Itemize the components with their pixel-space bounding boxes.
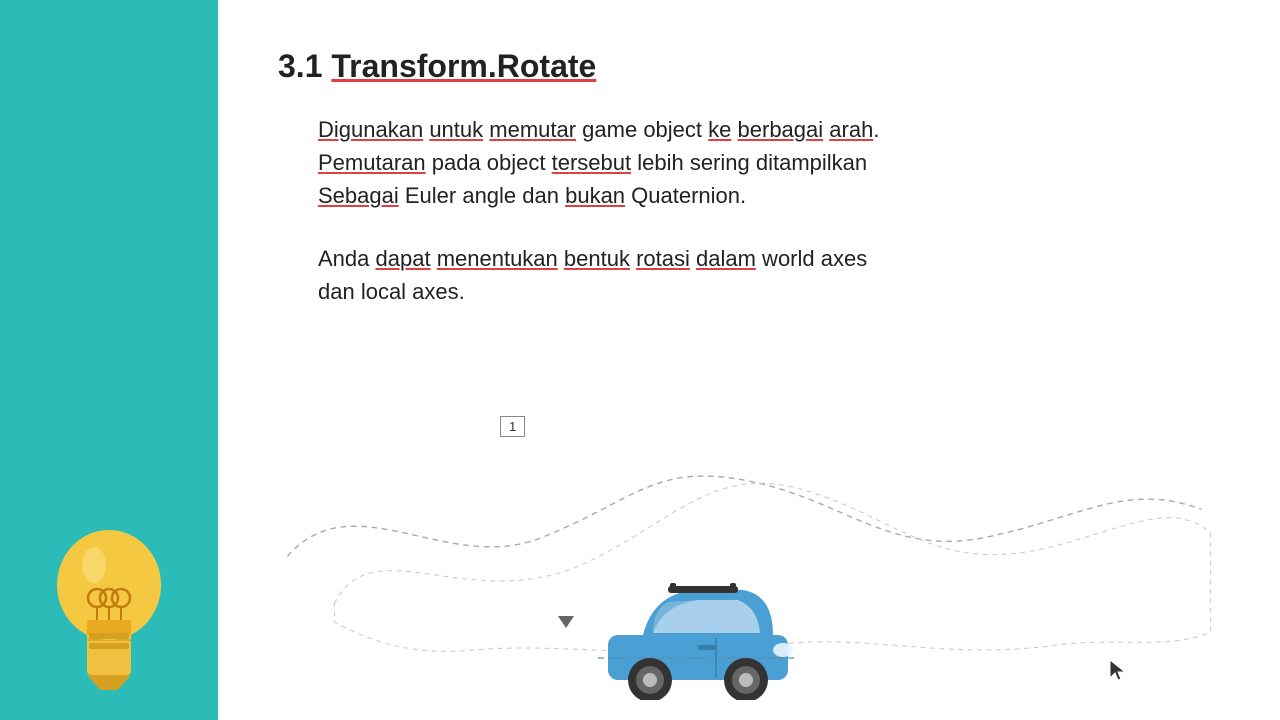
p2-dalam: dalam — [696, 246, 756, 271]
p1-untuk: untuk — [429, 117, 483, 142]
p1-bukan: bukan — [565, 183, 625, 208]
title-main: Transform.Rotate — [331, 48, 596, 84]
p2-menentukan: menentukan — [437, 246, 558, 271]
paragraph-2: Anda dapat menentukan bentuk rotasi dala… — [318, 242, 1220, 308]
p1-memutar: memutar — [489, 117, 576, 142]
car-illustration — [598, 560, 778, 690]
slide-title: 3.1 Transform.Rotate — [278, 48, 1220, 85]
p2-bentuk: bentuk — [564, 246, 630, 271]
p2-rotasi: rotasi — [636, 246, 690, 271]
p1-arah: arah — [829, 117, 873, 142]
p1-ke: ke — [708, 117, 731, 142]
p1-pemutaran: Pemutaran — [318, 150, 426, 175]
sidebar — [0, 0, 218, 720]
number-box: 1 — [500, 416, 525, 437]
bulb-container — [19, 490, 199, 690]
p1-tersebut: tersebut — [552, 150, 632, 175]
p1-berbagai: berbagai — [738, 117, 824, 142]
lightbulb-icon — [29, 490, 189, 690]
title-prefix: 3.1 — [278, 48, 331, 84]
cursor-icon — [1108, 658, 1128, 678]
number-label: 1 — [509, 419, 516, 434]
paragraph-1: Digunakan untuk memutar game object ke b… — [318, 113, 1220, 212]
triangle-indicator-icon — [558, 616, 574, 628]
p1-sebagai: Sebagai — [318, 183, 399, 208]
diagram-area: 1 — [278, 328, 1220, 700]
p1-digunakan: Digunakan — [318, 117, 423, 142]
main-content: 3.1 Transform.Rotate Digunakan untuk mem… — [218, 0, 1280, 720]
p2-dapat: dapat — [376, 246, 431, 271]
